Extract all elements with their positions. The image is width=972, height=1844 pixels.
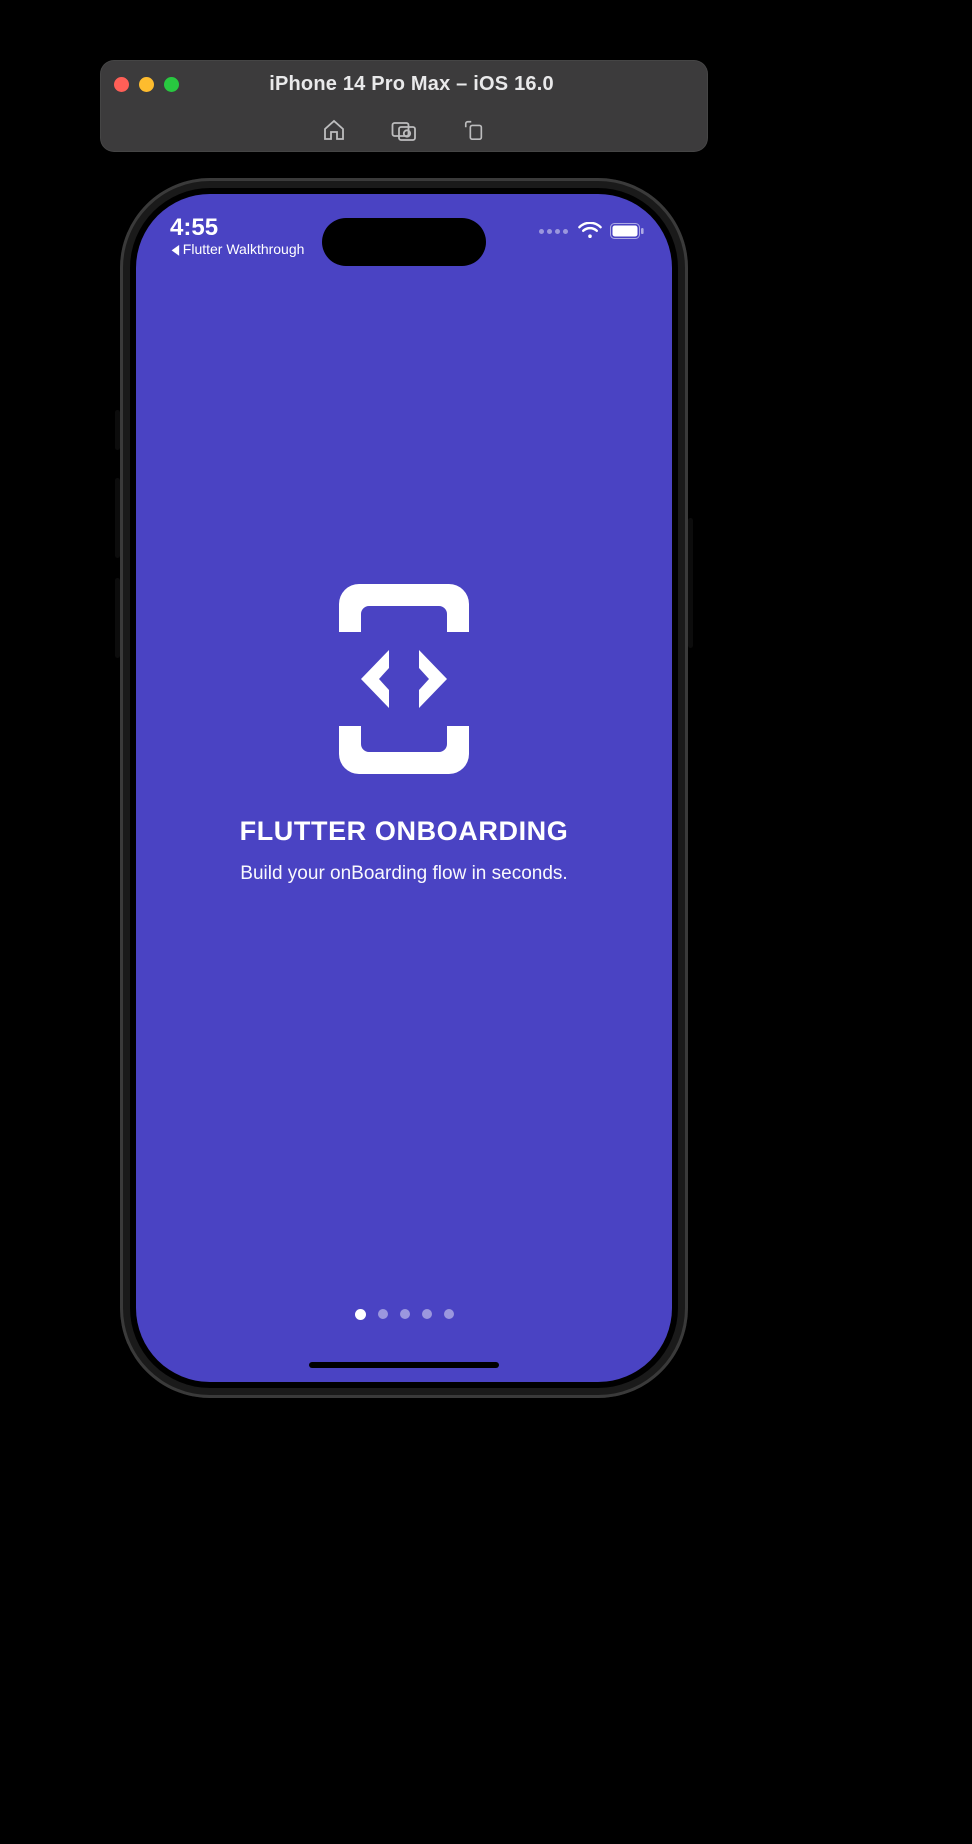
screenshot-icon[interactable] (391, 117, 417, 143)
onboarding-subtitle: Build your onBoarding flow in seconds. (240, 863, 567, 885)
simulator-titlebar: iPhone 14 Pro Max – iOS 16.0 (100, 60, 708, 152)
cellular-icon (539, 229, 568, 234)
page-dot[interactable] (444, 1309, 454, 1319)
page-dot[interactable] (355, 1309, 366, 1320)
page-dot[interactable] (400, 1309, 410, 1319)
breadcrumb-back-label: Flutter Walkthrough (183, 242, 305, 256)
page-dot[interactable] (378, 1309, 388, 1319)
onboarding-title: FLUTTER ONBOARDING (240, 816, 569, 847)
page-indicator (136, 1309, 672, 1320)
device-screen: 4:55 ◀ Flutter Walkthrough (136, 194, 672, 1382)
chevron-left-icon: ◀ (172, 242, 180, 256)
onboarding-page[interactable]: FLUTTER ONBOARDING Build your onBoarding… (136, 194, 672, 1382)
simulator-toolbar (100, 108, 708, 152)
home-icon[interactable] (321, 117, 347, 143)
status-time: 4:55 (170, 216, 304, 240)
device-frame: 4:55 ◀ Flutter Walkthrough (120, 178, 688, 1398)
battery-icon (610, 223, 644, 239)
wifi-icon (578, 222, 602, 240)
rotate-icon[interactable] (461, 117, 487, 143)
dynamic-island (322, 218, 486, 266)
power-button[interactable] (688, 518, 693, 648)
volume-down-button[interactable] (115, 578, 120, 658)
page-dot[interactable] (422, 1309, 432, 1319)
simulator-title: iPhone 14 Pro Max – iOS 16.0 (129, 73, 694, 96)
breadcrumb-back[interactable]: ◀ Flutter Walkthrough (170, 242, 304, 256)
close-window-button[interactable] (114, 77, 129, 92)
mute-switch[interactable] (115, 410, 120, 450)
app-logo-icon (339, 584, 469, 774)
home-indicator[interactable] (309, 1362, 499, 1368)
volume-up-button[interactable] (115, 478, 120, 558)
